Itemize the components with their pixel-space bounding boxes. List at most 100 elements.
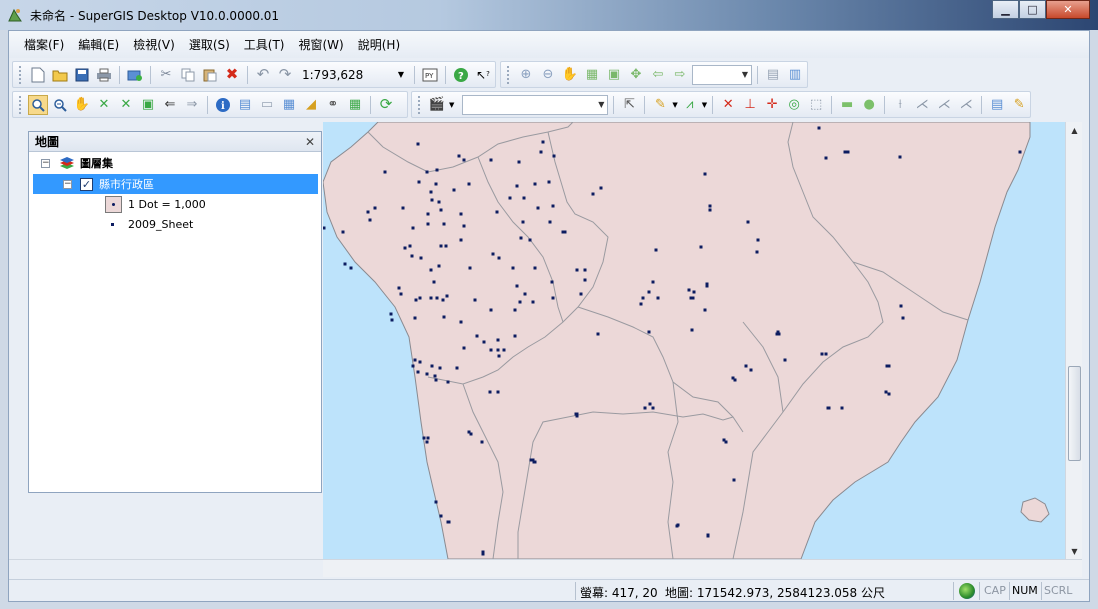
union-icon[interactable]: ⋌: [956, 95, 976, 115]
sketch-icon[interactable]: ✎: [650, 95, 670, 115]
map-frame-row[interactable]: − 圖層集: [41, 153, 113, 173]
close-icon[interactable]: ✕: [305, 135, 315, 149]
zoom-layer-icon[interactable]: ▣: [138, 95, 158, 115]
menu-window[interactable]: 視窗(W): [292, 36, 351, 53]
split-icon[interactable]: ⟊: [890, 95, 910, 115]
edit-tool-icon[interactable]: ⇱: [619, 95, 639, 115]
scroll-thumb[interactable]: [1068, 366, 1081, 461]
layer-visibility-checkbox[interactable]: ✓: [80, 177, 93, 191]
close-icon: ✕: [1063, 3, 1073, 16]
toolbar-grip[interactable]: [507, 65, 511, 84]
hyperlink-icon[interactable]: ⚭: [323, 95, 343, 115]
reshape-icon[interactable]: ⋌: [934, 95, 954, 115]
menu-tools[interactable]: 工具(T): [237, 36, 292, 53]
menu-help[interactable]: 說明(H): [351, 36, 407, 53]
layer-row[interactable]: − ✓ 縣市行政區: [63, 174, 154, 194]
zoom-100-icon[interactable]: ▣: [604, 65, 624, 85]
close-button[interactable]: ✕: [1046, 0, 1090, 19]
python-icon[interactable]: PY: [420, 65, 440, 85]
layout-zoom-combo[interactable]: ▼: [692, 64, 752, 85]
full-extent-icon[interactable]: ✥: [626, 65, 646, 85]
measure-icon[interactable]: ▭: [257, 95, 277, 115]
sketch-properties-icon[interactable]: ✎: [1009, 95, 1029, 115]
vertex-icon[interactable]: ✕: [718, 95, 738, 115]
select-features-icon[interactable]: ▦: [279, 95, 299, 115]
zoom-in-icon[interactable]: [28, 94, 48, 115]
density-dot: [482, 340, 486, 344]
delete-icon[interactable]: ✖: [222, 65, 242, 85]
toolbar-grip[interactable]: [19, 95, 23, 114]
density-dot: [445, 294, 449, 298]
density-dot: [467, 182, 471, 186]
refresh-icon[interactable]: ⟳: [376, 95, 396, 115]
undo-icon[interactable]: ↶: [253, 65, 273, 85]
map-canvas[interactable]: [323, 122, 1065, 559]
density-dot: [425, 440, 429, 444]
full-extent-alt-icon[interactable]: ✕: [116, 95, 136, 115]
collapse-icon[interactable]: −: [41, 158, 50, 168]
menu-view[interactable]: 檢視(V): [126, 36, 182, 53]
attributes-icon[interactable]: ▤: [987, 95, 1007, 115]
toolbar-grip[interactable]: [19, 65, 23, 84]
density-dot: [411, 364, 415, 368]
chevron-down-icon[interactable]: ▼: [449, 101, 454, 109]
menu-edit[interactable]: 編輯(E): [71, 36, 126, 53]
zoom-out-icon[interactable]: [50, 95, 70, 115]
redo-icon[interactable]: ↷: [275, 65, 295, 85]
forward-icon[interactable]: ⇨: [670, 65, 690, 85]
open-icon[interactable]: [50, 65, 70, 85]
pan-icon[interactable]: ✋: [72, 95, 92, 115]
minimize-button[interactable]: ▁: [992, 0, 1019, 19]
paste-icon[interactable]: [200, 65, 220, 85]
animation-icon[interactable]: 🎬: [427, 95, 447, 115]
find-icon[interactable]: ▤: [235, 95, 255, 115]
map-horizontal-scrollbar[interactable]: [9, 559, 1082, 578]
density-dot: [579, 292, 583, 296]
snap-icon[interactable]: ⩘: [680, 95, 700, 115]
table-icon[interactable]: ▦: [345, 95, 365, 115]
density-dot: [468, 266, 472, 270]
toolbar-grip[interactable]: [418, 95, 422, 114]
whats-this-icon[interactable]: ↖?: [473, 65, 493, 85]
map-scale-combo[interactable]: 1:793,628 ▼: [297, 65, 409, 85]
zoom-whole-page-icon[interactable]: ▦: [582, 65, 602, 85]
add-data-icon[interactable]: [125, 65, 145, 85]
back-icon[interactable]: ⇦: [648, 65, 668, 85]
menu-select[interactable]: 選取(S): [182, 36, 237, 53]
save-icon[interactable]: [72, 65, 92, 85]
page-setup-icon[interactable]: ▤: [763, 65, 783, 85]
circle-icon[interactable]: ●: [859, 95, 879, 115]
layer-target-combo[interactable]: ▼: [462, 94, 609, 115]
fixed-zoom-out-icon[interactable]: ⊖: [538, 65, 558, 85]
print-icon[interactable]: [94, 65, 114, 85]
density-dot: [489, 308, 493, 312]
scroll-down-arrow[interactable]: ▼: [1066, 543, 1083, 559]
full-extent-icon[interactable]: ✕: [94, 95, 114, 115]
menu-file[interactable]: 檔案(F): [17, 36, 71, 53]
pan-layout-icon[interactable]: ✋: [560, 65, 580, 85]
target-icon[interactable]: ✛: [762, 95, 782, 115]
cut-icon[interactable]: ✂: [156, 65, 176, 85]
chevron-down-icon[interactable]: ▼: [672, 101, 677, 109]
rectangle-icon[interactable]: ▬: [837, 95, 857, 115]
maximize-button[interactable]: □: [1019, 0, 1046, 19]
select-box-icon[interactable]: ⬚: [806, 95, 826, 115]
collapse-icon[interactable]: −: [63, 179, 72, 189]
back-icon[interactable]: ⇐: [160, 95, 180, 115]
copy-icon[interactable]: [178, 65, 198, 85]
map-view[interactable]: [323, 122, 1065, 559]
rotate-icon[interactable]: ◎: [784, 95, 804, 115]
identify-icon[interactable]: i: [213, 95, 233, 115]
scroll-up-arrow[interactable]: ▲: [1066, 122, 1083, 138]
new-icon[interactable]: [28, 65, 48, 85]
globe-icon[interactable]: [959, 583, 975, 599]
edit-line-icon[interactable]: ⊥: [740, 95, 760, 115]
help-icon[interactable]: ?: [451, 65, 471, 85]
merge-icon[interactable]: ⋌: [912, 95, 932, 115]
layout-view-icon[interactable]: ▥: [785, 65, 805, 85]
bookmark-icon[interactable]: ◢: [301, 95, 321, 115]
map-vertical-scrollbar[interactable]: ▲ ▼: [1065, 122, 1082, 559]
chevron-down-icon[interactable]: ▼: [702, 101, 707, 109]
forward-icon[interactable]: ⇒: [182, 95, 202, 115]
fixed-zoom-in-icon[interactable]: ⊕: [516, 65, 536, 85]
